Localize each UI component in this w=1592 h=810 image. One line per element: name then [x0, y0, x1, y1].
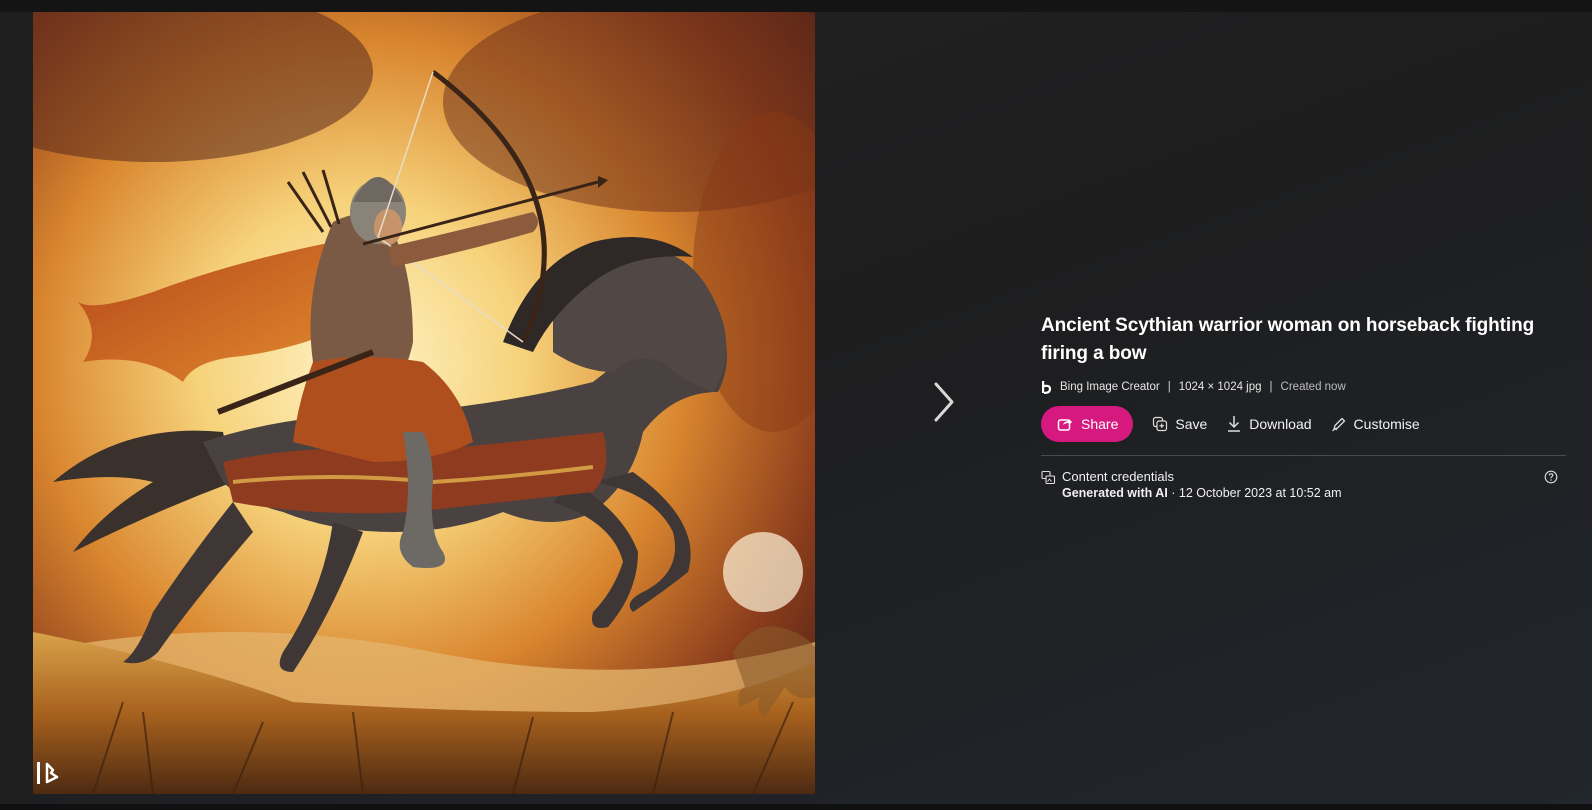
credentials-title: Content credentials — [1062, 469, 1175, 484]
image-source: Bing Image Creator — [1060, 381, 1160, 393]
credentials-date: · 12 October 2023 at 10:52 am — [1167, 486, 1342, 500]
content-credentials-icon — [1041, 470, 1056, 485]
bing-logo-icon — [37, 762, 59, 784]
download-button[interactable]: Download — [1226, 415, 1312, 433]
top-bar — [0, 0, 1592, 12]
customise-button[interactable]: Customise — [1331, 416, 1420, 432]
save-button[interactable]: Save — [1152, 416, 1207, 432]
chevron-right-icon — [934, 382, 954, 422]
image-meta: Bing Image Creator | 1024 × 1024 jpg | C… — [1041, 378, 1566, 396]
share-icon — [1057, 419, 1072, 431]
credentials-details: Generated with AI · 12 October 2023 at 1… — [1062, 485, 1342, 502]
download-icon — [1228, 416, 1241, 432]
edit-pen-icon — [1331, 417, 1345, 432]
action-bar: Share Save Download Customise — [1041, 406, 1566, 442]
bottom-bar — [0, 804, 1592, 810]
left-gutter — [0, 12, 33, 804]
share-label: Share — [1081, 416, 1119, 432]
warrior-illustration — [33, 12, 815, 794]
generated-with-ai-label: Generated with AI — [1062, 486, 1168, 500]
bing-icon — [1042, 381, 1052, 394]
collection-add-icon — [1153, 416, 1168, 432]
next-image-button[interactable] — [924, 378, 964, 426]
help-icon[interactable] — [1544, 470, 1558, 484]
divider — [1041, 455, 1566, 456]
download-label: Download — [1249, 416, 1312, 432]
image-title: Ancient Scythian warrior woman on horseb… — [1041, 315, 1535, 364]
content-credentials: Content credentials Generated with AI · … — [1041, 469, 1566, 502]
meta-separator: | — [1167, 381, 1171, 393]
image-dimensions: 1024 × 1024 jpg — [1178, 381, 1262, 393]
meta-separator: | — [1269, 381, 1273, 393]
share-button[interactable]: Share — [1041, 406, 1134, 442]
image-created: Created now — [1280, 381, 1346, 393]
image-viewer: Ancient Scythian warrior woman on horseb… — [0, 0, 1592, 810]
generated-image[interactable] — [33, 12, 815, 794]
save-label: Save — [1175, 416, 1208, 432]
customise-label: Customise — [1353, 416, 1420, 432]
image-details-panel: Ancient Scythian warrior woman on horseb… — [1041, 312, 1566, 502]
